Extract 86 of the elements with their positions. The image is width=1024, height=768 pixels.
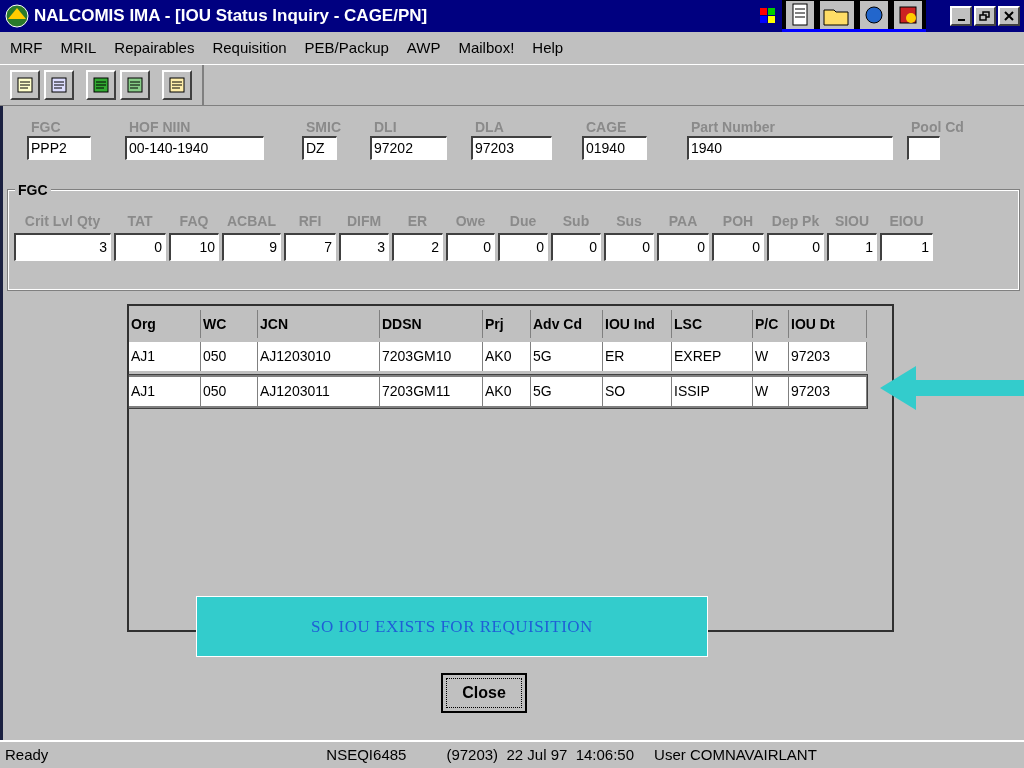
number-field[interactable]: 0 [604,233,654,261]
column-header[interactable]: JCN [258,310,380,338]
number-field[interactable]: 0 [767,233,824,261]
menu-item[interactable]: PEB/Packup [304,36,389,60]
table-cell: 050 [201,377,258,406]
table-cell: ISSIP [672,377,753,406]
column-header[interactable]: IOU Ind [603,310,672,338]
number-field[interactable]: 10 [169,233,219,261]
table-cell: 050 [201,342,258,371]
number-field[interactable]: 1 [880,233,933,261]
column-header[interactable]: IOU Dt [789,310,867,338]
number-field[interactable]: 3 [14,233,111,261]
table-cell: W [753,342,789,371]
callout-text: SO IOU EXISTS FOR REQUISITION [311,615,593,638]
toolbar-button[interactable] [86,70,116,100]
restore-icon [979,11,991,21]
window-title: NALCOMIS IMA - [IOU Status Inquiry - CAGE/PN] [34,5,428,28]
folder-icon[interactable] [820,0,854,29]
number-field[interactable]: 9 [222,233,281,261]
column-header[interactable]: Org [129,310,201,338]
status-text: NSEQI6485 [326,744,407,765]
column-header[interactable]: DDSN [380,310,483,338]
close-button[interactable] [998,6,1020,26]
toolbar-button[interactable] [120,70,150,100]
table-cell: 97203 [789,377,867,406]
column-header[interactable]: Adv Cd [531,310,603,338]
minimize-button[interactable] [950,6,972,26]
table-cell: 97203 [789,342,867,371]
text-field[interactable]: 97202 [370,136,447,160]
text-field[interactable]: DZ [302,136,337,160]
minimize-icon [957,19,965,21]
table-cell: AK0 [483,377,531,406]
number-field[interactable]: 0 [551,233,601,261]
column-header[interactable]: P/C [753,310,789,338]
table-row[interactable]: AJ1 050 AJ1203011 7203GM11 AK0 5G SO ISSIP W 97203 [129,375,867,408]
toolbar-button[interactable] [44,70,74,100]
table-cell: W [753,377,789,406]
table-cell: ER [603,342,672,371]
number-field[interactable]: 1 [827,233,877,261]
menu-item[interactable]: MRF [10,36,43,60]
column-header[interactable]: WC [201,310,258,338]
number-field[interactable]: 0 [712,233,764,261]
menu-item[interactable]: AWP [406,36,441,60]
table-cell: AJ1 [129,342,201,371]
number-field[interactable]: 0 [657,233,709,261]
text-field[interactable]: 01940 [582,136,647,160]
table-cell: 7203GM11 [380,377,483,406]
number-field[interactable]: 7 [284,233,336,261]
text-field[interactable]: 97203 [471,136,552,160]
table-cell: 5G [531,342,603,371]
number-field[interactable]: 3 [339,233,389,261]
status-text: (97203) 22 Jul 97 14:06:50 [446,744,635,765]
status-text: Ready [5,744,49,765]
text-field[interactable]: 1940 [687,136,893,160]
table-cell: AK0 [483,342,531,371]
table-cell: SO [603,377,672,406]
close-button[interactable]: Close [441,673,527,713]
table-cell: AJ1203011 [258,377,380,406]
column-header[interactable]: LSC [672,310,753,338]
left-arrow-icon [880,366,1024,410]
table-cell: AJ1203010 [258,342,380,371]
menu-item[interactable]: Mailbox! [458,36,515,60]
text-field[interactable]: PPP2 [27,136,91,160]
table-row[interactable]: AJ1 050 AJ1203010 7203GM10 AK0 5G ER EXREP W 97203 [129,340,867,373]
table-cell: 5G [531,377,603,406]
toolbar-button[interactable] [10,70,40,100]
table-cell: 7203GM10 [380,342,483,371]
table-cell: AJ1 [129,377,201,406]
document-icon[interactable] [786,0,814,29]
text-field[interactable] [907,136,940,160]
toolbar-button[interactable] [162,70,192,100]
number-field[interactable]: 0 [498,233,548,261]
form-icon [50,76,68,94]
menu-item[interactable]: MRIL [60,36,97,60]
restore-button[interactable] [974,6,996,26]
column-header[interactable]: Prj [483,310,531,338]
table-cell: EXREP [672,342,753,371]
number-field[interactable]: 0 [114,233,166,261]
menu-item[interactable]: Repairables [114,36,195,60]
close-icon [1003,11,1015,21]
number-field[interactable]: 0 [446,233,495,261]
number-field[interactable]: 2 [392,233,443,261]
status-text: User COMNAVAIRLANT [654,744,817,765]
text-field[interactable]: 00-140-1940 [125,136,264,160]
menu-item[interactable]: Requisition [212,36,287,60]
menu-item[interactable]: Help [532,36,564,60]
